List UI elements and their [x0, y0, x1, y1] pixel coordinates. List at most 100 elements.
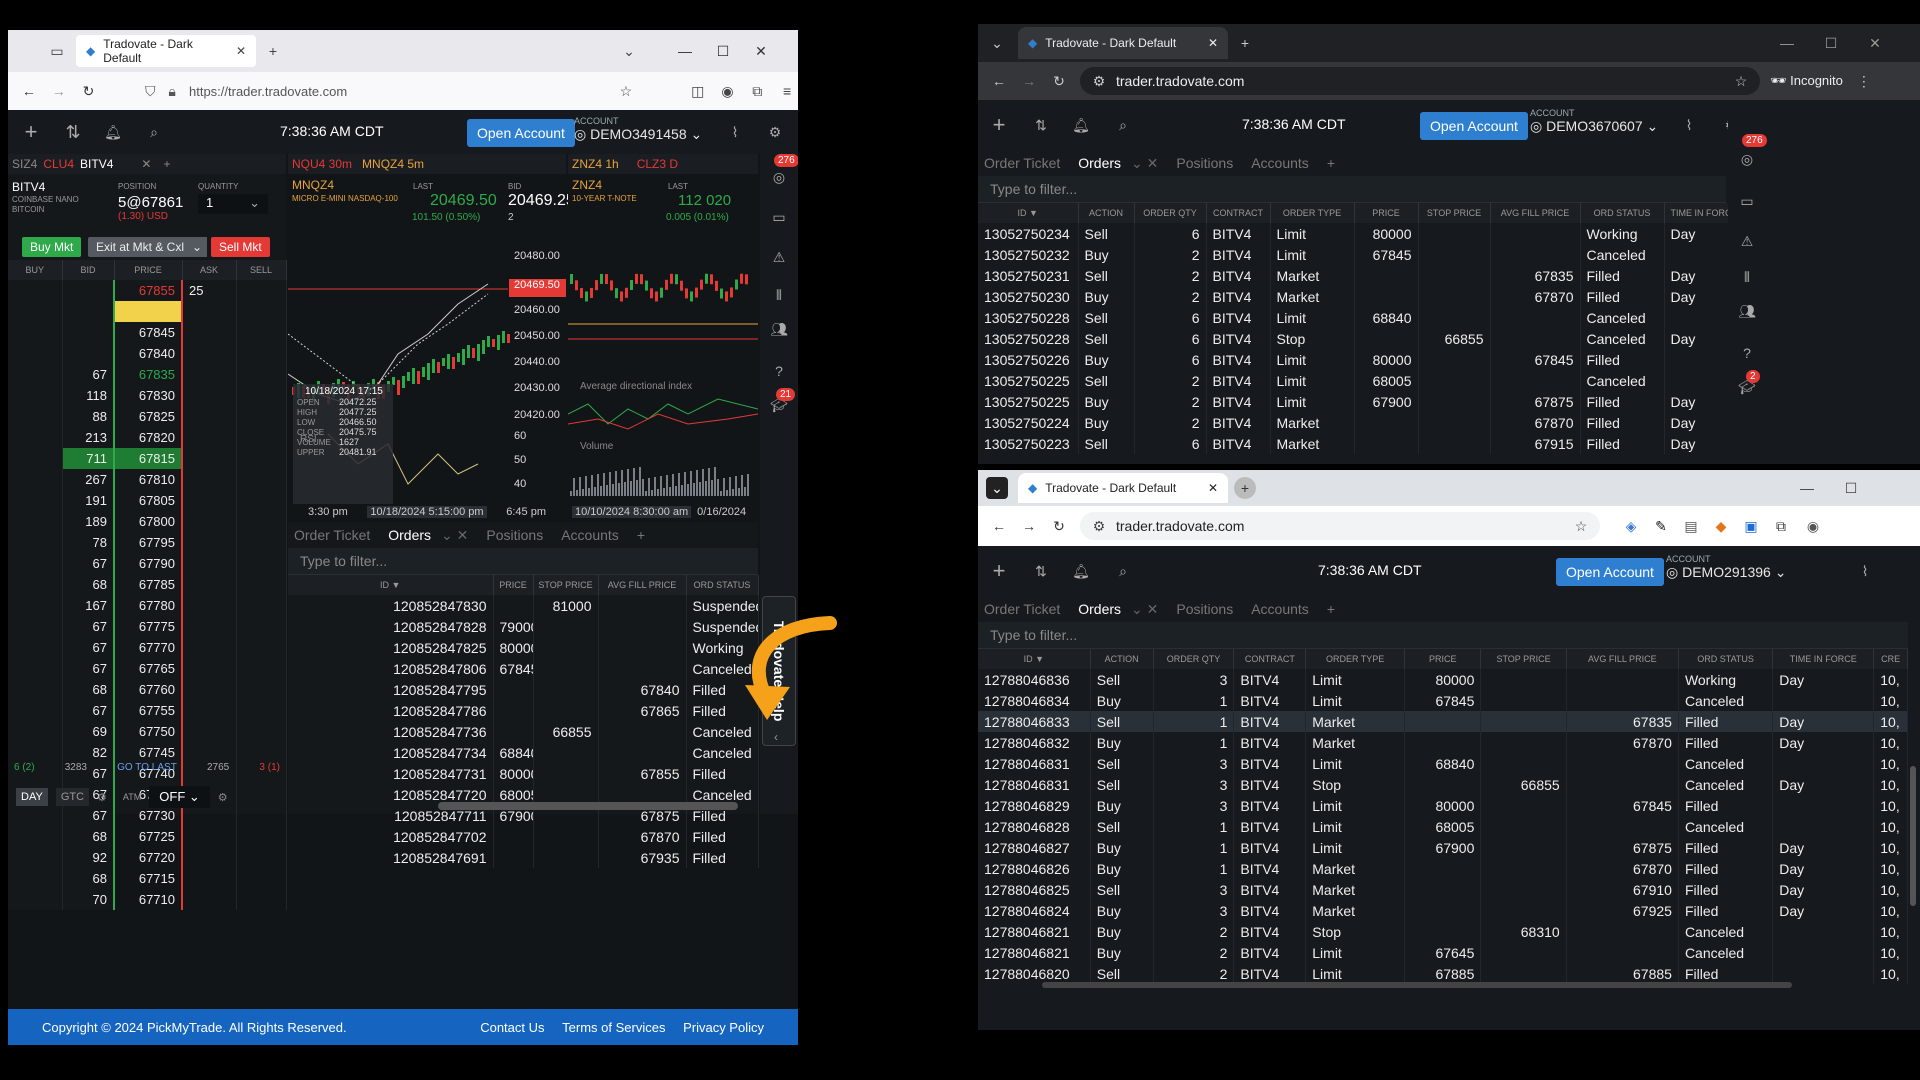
dom-buy-cell[interactable]: [8, 490, 63, 511]
table-row[interactable]: 12788046821 Buy 2 BITV4 Limit 67645 Canceled 10…: [978, 942, 1908, 963]
table-row[interactable]: 12788046829 Buy 3 BITV4 Limit 80000 67845 Fille…: [978, 795, 1908, 816]
tab-search-icon[interactable]: ⌄: [986, 32, 1008, 54]
table-row[interactable]: 12788046827 Buy 1 BITV4 Limit 67900 67875 Fille…: [978, 837, 1908, 858]
table-row[interactable]: 120852847702 67870 Filled: [288, 826, 759, 847]
community-icon[interactable]: 👥︎: [768, 318, 790, 340]
exit-mkt-cancel-button[interactable]: Exit at Mkt & Cxl: [88, 237, 193, 257]
dom-sell-cell[interactable]: [236, 721, 287, 742]
dom-buy-cell[interactable]: [8, 868, 63, 889]
dom-buy-cell[interactable]: [8, 532, 63, 553]
dom-buy-cell[interactable]: [8, 616, 63, 637]
br-url-bar[interactable]: ⚙ trader.tradovate.com ☆: [1080, 512, 1600, 540]
dom-buy-cell[interactable]: [8, 364, 63, 385]
left-browser-tab[interactable]: ◆ Tradovate - Dark Default ✕: [76, 35, 256, 67]
add-tab-icon[interactable]: +: [637, 527, 645, 543]
forward-icon[interactable]: →: [1018, 70, 1040, 92]
table-row[interactable]: 13052750223 Sell 6 BITV4 Market 67915 Filled Da…: [978, 433, 1767, 454]
sell-mkt-button[interactable]: Sell Mkt: [211, 237, 270, 257]
open-account-button[interactable]: Open Account: [1420, 112, 1528, 140]
extensions-icon[interactable]: ⧉: [1770, 515, 1792, 537]
dom-sell-cell[interactable]: [236, 868, 287, 889]
day-button[interactable]: DAY: [16, 788, 48, 806]
transfer-icon[interactable]: ⇅: [62, 121, 84, 143]
site-info-icon[interactable]: ⚙: [1088, 515, 1110, 537]
community-icon[interactable]: 👥︎: [1736, 300, 1758, 322]
dom-sell-cell[interactable]: [236, 616, 287, 637]
table-row[interactable]: 12788046831 Sell 3 BITV4 Stop 66855 Canceled Da…: [978, 774, 1908, 795]
extension-2-icon[interactable]: ✎: [1650, 515, 1672, 537]
dom-row[interactable]: 118 67830: [8, 385, 287, 406]
bookmark-star-icon[interactable]: ☆: [615, 80, 637, 102]
dom-sell-cell[interactable]: [236, 658, 287, 679]
dom-buy-cell[interactable]: [8, 406, 63, 427]
search-icon[interactable]: ⌕: [143, 121, 165, 143]
dom-row[interactable]: 68 67785: [8, 574, 287, 595]
bell-icon[interactable]: 🔔︎: [1070, 560, 1092, 582]
reload-icon[interactable]: ↻: [78, 80, 100, 102]
orders-filter-input[interactable]: Type to filter...: [288, 548, 758, 575]
dom-sell-cell[interactable]: [236, 889, 287, 910]
exit-dropdown-icon[interactable]: ⌄: [187, 237, 208, 257]
dom-sell-cell[interactable]: [236, 301, 287, 322]
dom-buy-cell[interactable]: [8, 574, 63, 595]
table-row[interactable]: 13052750228 Sell 6 BITV4 Stop 66855 Canceled Da…: [978, 328, 1767, 349]
gtc-button[interactable]: GTC: [55, 788, 90, 806]
close-window-icon[interactable]: ✕: [750, 40, 772, 62]
new-tab-icon[interactable]: +: [1234, 32, 1256, 54]
account-selector[interactable]: ACCOUNT ◎ DEMO3670607 ⌄: [1530, 108, 1658, 135]
profile-avatar-icon[interactable]: ◉: [1802, 515, 1824, 537]
orders-vscrollbar[interactable]: [1910, 766, 1916, 906]
extensions-icon[interactable]: ⧉: [746, 80, 768, 102]
dom-row[interactable]: 67 67790: [8, 553, 287, 574]
workspace-tab-siz4[interactable]: SIZ4: [12, 157, 37, 171]
tab-order-ticket[interactable]: Order Ticket: [984, 155, 1060, 171]
tab-order-ticket[interactable]: Order Ticket: [984, 601, 1060, 617]
collapse-chevron-icon[interactable]: ‹: [774, 730, 778, 744]
bookmark-star-icon[interactable]: ☆: [1570, 515, 1592, 537]
tab-orders-close-icon[interactable]: ⌄ ✕: [441, 527, 468, 544]
table-row[interactable]: 12788046836 Sell 3 BITV4 Limit 80000 Working Da…: [978, 669, 1908, 690]
dom-row[interactable]: 68 67725: [8, 826, 287, 847]
performance-icon[interactable]: ⌇: [1854, 560, 1876, 582]
dom-buy-cell[interactable]: [8, 343, 63, 364]
dom-buy-cell[interactable]: [8, 469, 63, 490]
table-row[interactable]: 12085284773468840 Canceled: [288, 742, 759, 763]
privacy-link[interactable]: Privacy Policy: [683, 1020, 764, 1035]
tr-browser-tab[interactable]: ◆ Tradovate - Dark Default ✕: [1018, 27, 1228, 59]
dom-buy-cell[interactable]: [8, 805, 63, 826]
buy-mkt-button[interactable]: Buy Mkt: [22, 237, 82, 257]
dom-buy-cell[interactable]: [8, 511, 63, 532]
performance-icon[interactable]: ⌇: [1678, 114, 1700, 136]
bars-icon[interactable]: ⦀: [768, 284, 790, 306]
tab-orders[interactable]: Orders: [1078, 601, 1121, 617]
table-row[interactable]: 12085284782580000Working: [288, 637, 759, 658]
dom-row[interactable]: 67855 25: [8, 280, 287, 301]
close-window-icon[interactable]: ✕: [1864, 32, 1886, 54]
help-icon[interactable]: ?: [768, 360, 790, 382]
dom-row[interactable]: 67 67775: [8, 616, 287, 637]
dom-sell-cell[interactable]: [236, 343, 287, 364]
dom-row[interactable]: 68 67760: [8, 679, 287, 700]
search-icon[interactable]: ⌕: [1112, 114, 1134, 136]
url-field[interactable]: https://trader.tradovate.com: [189, 84, 615, 99]
terms-link[interactable]: Terms of Services: [562, 1020, 665, 1035]
br-browser-tab[interactable]: ◆ Tradovate - Dark Default ✕: [1018, 473, 1228, 503]
table-row[interactable]: 13052750224 Buy 2 BITV4 Market 67870 Filled Day…: [978, 412, 1767, 433]
dom-buy-cell[interactable]: [8, 301, 63, 322]
dom-row[interactable]: 267 67810: [8, 469, 287, 490]
tab-accounts[interactable]: Accounts: [1251, 155, 1309, 171]
table-row[interactable]: 12085284782879000Suspended: [288, 616, 759, 637]
forward-icon[interactable]: →: [1018, 515, 1040, 537]
settings-sliders-icon[interactable]: ⚙: [764, 121, 786, 143]
table-row[interactable]: 120852847736 66855 Canceled: [288, 721, 759, 742]
dom-sell-cell[interactable]: [236, 448, 287, 469]
table-row[interactable]: 12788046834 Buy 1 BITV4 Limit 67845 Canceled 10…: [978, 690, 1908, 711]
pocket-icon[interactable]: ◫: [687, 80, 709, 102]
dom-sell-cell[interactable]: [236, 406, 287, 427]
maximize-icon[interactable]: ☐: [1820, 32, 1842, 54]
extension-3-icon[interactable]: ▤: [1680, 515, 1702, 537]
dom-sell-cell[interactable]: [236, 700, 287, 721]
dom-buy-cell[interactable]: [8, 595, 63, 616]
close-tab-icon[interactable]: ✕: [1208, 36, 1218, 50]
orders-hscrollbar[interactable]: [438, 802, 738, 810]
